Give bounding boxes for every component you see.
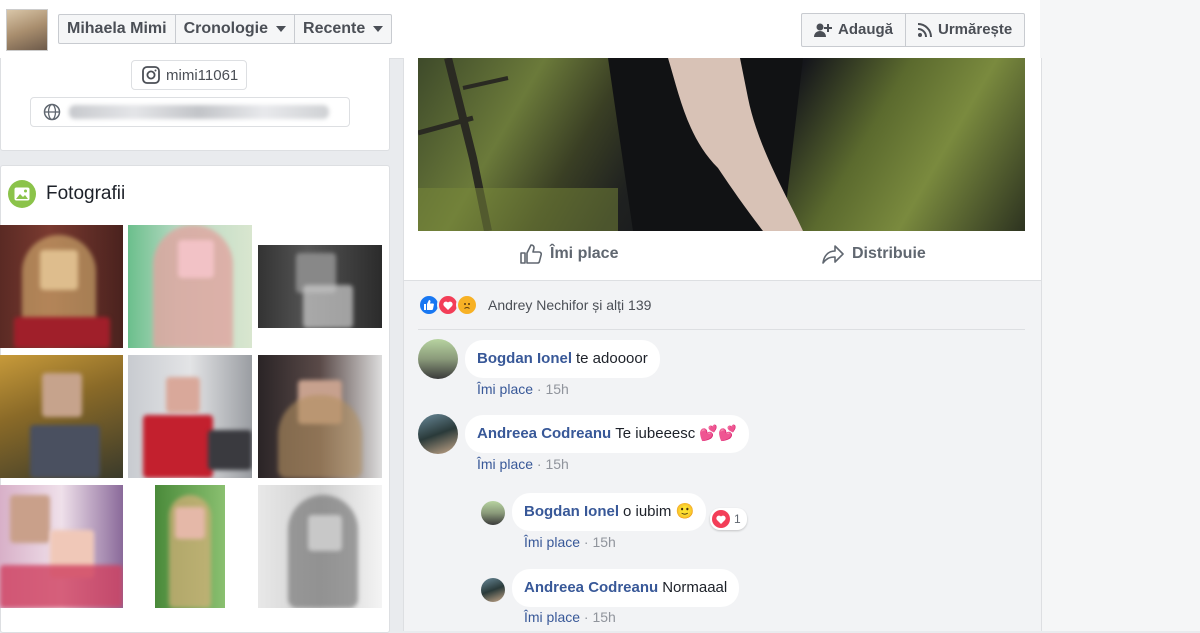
- profile-nav-buttons: Mihaela Mimi Cronologie Recente: [58, 14, 393, 44]
- comment-like-link[interactable]: Îmi place: [477, 381, 533, 397]
- commenter-avatar[interactable]: [418, 339, 458, 379]
- instagram-link[interactable]: mimi11061: [131, 60, 247, 90]
- replier-avatar[interactable]: [481, 578, 505, 602]
- instagram-handle: mimi11061: [166, 66, 239, 84]
- photo-thumbnail[interactable]: [128, 225, 252, 348]
- share-icon: [822, 245, 844, 264]
- love-reaction-icon: [712, 510, 730, 528]
- profile-name: Mihaela Mimi: [67, 20, 167, 37]
- comment-reaction-badge[interactable]: 1: [710, 508, 747, 530]
- photo-thumbnail[interactable]: [0, 485, 123, 608]
- follow-button[interactable]: Urmărește: [906, 14, 1024, 46]
- reply-bubble: Bogdan Ionel o iubim 🙂: [512, 493, 707, 531]
- comment-text: Normaaal: [662, 579, 728, 596]
- instagram-icon: [142, 66, 160, 84]
- add-friend-icon: [814, 23, 832, 37]
- comment-bubble: Bogdan Ionel te adoooor: [465, 340, 660, 378]
- follow-label: Urmărește: [938, 21, 1013, 38]
- photos-icon: [8, 180, 36, 208]
- timeline-label: Cronologie: [183, 20, 269, 37]
- add-friend-button[interactable]: Adaugă: [802, 14, 907, 46]
- profile-name-button[interactable]: Mihaela Mimi: [59, 15, 176, 43]
- commenter-avatar[interactable]: [418, 414, 458, 454]
- comment-meta: Îmi place · 15h: [477, 456, 569, 472]
- photo-thumbnail[interactable]: [155, 485, 225, 608]
- like-label: Îmi place: [550, 245, 619, 262]
- comment-like-link[interactable]: Îmi place: [477, 456, 533, 472]
- photo-thumbnail[interactable]: [0, 225, 123, 348]
- photos-header[interactable]: Fotografii: [8, 180, 125, 208]
- share-label: Distribuie: [852, 245, 926, 262]
- reactions-summary[interactable]: Andrey Nechifor și alți 139: [418, 294, 651, 316]
- recent-label: Recente: [303, 20, 366, 37]
- photo-thumbnail[interactable]: [258, 485, 382, 608]
- sad-reaction-icon: [456, 294, 478, 316]
- comment-text: o iubim 🙂: [623, 503, 695, 520]
- thumbs-up-icon: [520, 244, 542, 264]
- comment-text: te adoooor: [576, 350, 648, 367]
- comment-time[interactable]: 15h: [592, 534, 615, 550]
- photo-thumbnail[interactable]: [258, 355, 382, 478]
- comment-meta: Îmi place · 15h: [524, 609, 616, 625]
- chevron-down-icon: [373, 26, 384, 32]
- right-gutter: [1040, 0, 1200, 631]
- comment-time[interactable]: 15h: [545, 381, 568, 397]
- replier-avatar[interactable]: [481, 501, 505, 525]
- comment-author[interactable]: Bogdan Ionel: [524, 503, 619, 520]
- chevron-down-icon: [276, 26, 287, 32]
- comment-author[interactable]: Andreea Codreanu: [524, 579, 658, 596]
- profile-avatar[interactable]: [6, 9, 48, 51]
- recent-dropdown[interactable]: Recente: [295, 15, 391, 43]
- share-button[interactable]: Distribuie: [822, 244, 926, 264]
- profile-actions: Adaugă Urmărește: [801, 13, 1026, 47]
- comment-like-link[interactable]: Îmi place: [524, 609, 580, 625]
- photos-title: Fotografii: [46, 183, 126, 204]
- website-link[interactable]: [30, 97, 350, 127]
- photo-thumbnail[interactable]: [0, 355, 123, 478]
- photo-thumbnail[interactable]: [258, 245, 382, 328]
- comment-time[interactable]: 15h: [545, 456, 568, 472]
- photo-thumbnail[interactable]: [128, 355, 252, 478]
- comment-author[interactable]: Bogdan Ionel: [477, 350, 572, 367]
- comment-author[interactable]: Andreea Codreanu: [477, 425, 611, 442]
- comment-meta: Îmi place · 15h: [477, 381, 569, 397]
- comment-meta: Îmi place · 15h: [524, 534, 616, 550]
- rss-icon: [918, 23, 933, 37]
- blurred-url: [69, 105, 329, 119]
- comment-text: Te iubeeesc 💕💕: [615, 425, 737, 442]
- add-friend-label: Adaugă: [838, 21, 894, 38]
- globe-icon: [43, 103, 61, 121]
- comment-like-link[interactable]: Îmi place: [524, 534, 580, 550]
- like-button[interactable]: Îmi place: [520, 244, 618, 264]
- post-image[interactable]: [418, 58, 1025, 231]
- divider: [418, 329, 1025, 330]
- reaction-count: 1: [734, 512, 741, 526]
- timeline-dropdown[interactable]: Cronologie: [176, 15, 296, 43]
- comment-time[interactable]: 15h: [592, 609, 615, 625]
- reactions-text: Andrey Nechifor și alți 139: [488, 297, 652, 313]
- reply-bubble: Andreea Codreanu Normaaal: [512, 569, 740, 607]
- comment-bubble: Andreea Codreanu Te iubeeesc 💕💕: [465, 415, 749, 453]
